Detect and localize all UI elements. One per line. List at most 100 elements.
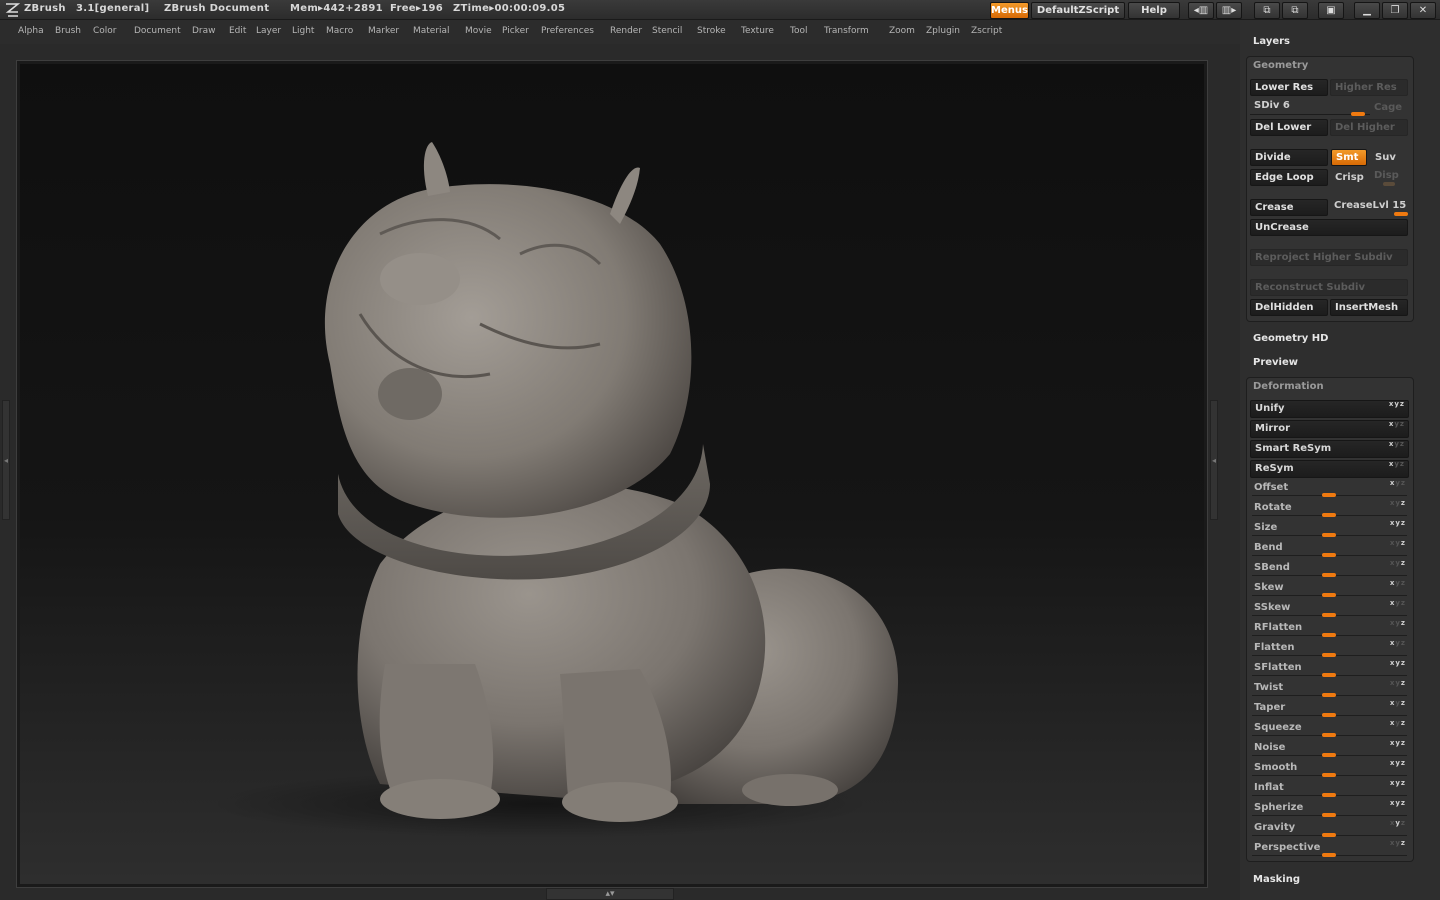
- axis-z-toggle[interactable]: z: [1401, 679, 1406, 687]
- deformation-row-mirror[interactable]: Mirror xyz: [1250, 420, 1409, 438]
- menu-zscript[interactable]: Zscript: [971, 26, 1002, 36]
- axis-z-toggle[interactable]: z: [1401, 839, 1406, 847]
- axis-z-toggle[interactable]: z: [1401, 539, 1406, 547]
- axis-z-toggle[interactable]: z: [1400, 400, 1405, 408]
- axis-z-toggle[interactable]: z: [1401, 819, 1406, 827]
- default-zscript-button[interactable]: DefaultZScript: [1031, 2, 1125, 19]
- menu-picker[interactable]: Picker: [502, 26, 529, 36]
- deformation-slider-knob[interactable]: [1322, 853, 1336, 857]
- sdiv-slider-label[interactable]: SDiv 6: [1254, 100, 1290, 111]
- deformation-row-bend[interactable]: Bend xyz: [1250, 539, 1409, 558]
- menu-texture[interactable]: Texture: [741, 26, 774, 36]
- reproject-higher-subdiv-button[interactable]: Reproject Higher Subdiv: [1250, 249, 1408, 266]
- menu-tool[interactable]: Tool: [790, 26, 807, 36]
- deformation-row-resym[interactable]: ReSym xyz: [1250, 460, 1409, 478]
- help-button[interactable]: Help: [1128, 2, 1180, 19]
- deformation-header[interactable]: Deformation: [1253, 381, 1324, 392]
- axis-toggles[interactable]: xyz: [1390, 679, 1406, 687]
- axis-toggles[interactable]: xyz: [1390, 479, 1406, 487]
- menu-document[interactable]: Document: [134, 26, 181, 36]
- scroll-alt-icon[interactable]: ⧉: [1282, 2, 1308, 19]
- scroll-icon[interactable]: ⧉: [1254, 2, 1280, 19]
- lower-res-button[interactable]: Lower Res: [1250, 79, 1328, 96]
- sdiv-slider-knob[interactable]: [1351, 112, 1365, 116]
- deformation-slider-knob[interactable]: [1322, 573, 1336, 577]
- axis-toggles[interactable]: xyz: [1390, 839, 1406, 847]
- deformation-row-perspective[interactable]: Perspective xyz: [1250, 839, 1409, 858]
- deformation-slider-knob[interactable]: [1322, 593, 1336, 597]
- menu-marker[interactable]: Marker: [368, 26, 399, 36]
- axis-toggles[interactable]: xyz: [1390, 539, 1406, 547]
- disp-slider-label[interactable]: Disp: [1374, 170, 1399, 181]
- menus-button[interactable]: Menus: [990, 2, 1029, 19]
- deformation-slider-knob[interactable]: [1322, 553, 1336, 557]
- layers-header[interactable]: Layers: [1253, 36, 1290, 47]
- axis-toggles[interactable]: xyz: [1390, 699, 1406, 707]
- axis-z-toggle[interactable]: z: [1401, 719, 1406, 727]
- menu-draw[interactable]: Draw: [192, 26, 216, 36]
- axis-toggles[interactable]: xyz: [1390, 519, 1406, 527]
- deformation-slider-knob[interactable]: [1322, 753, 1336, 757]
- deformation-slider-knob[interactable]: [1322, 613, 1336, 617]
- axis-z-toggle[interactable]: z: [1400, 440, 1405, 448]
- deformation-slider-knob[interactable]: [1322, 833, 1336, 837]
- deformation-row-noise[interactable]: Noise xyz: [1250, 739, 1409, 758]
- axis-z-toggle[interactable]: z: [1401, 619, 1406, 627]
- menu-stroke[interactable]: Stroke: [697, 26, 726, 36]
- deformation-row-inflat[interactable]: Inflat xyz: [1250, 779, 1409, 798]
- deformation-row-skew[interactable]: Skew xyz: [1250, 579, 1409, 598]
- close-icon[interactable]: ✕: [1410, 2, 1436, 19]
- deformation-row-flatten[interactable]: Flatten xyz: [1250, 639, 1409, 658]
- higher-res-button[interactable]: Higher Res: [1330, 79, 1408, 96]
- menu-transform[interactable]: Transform: [824, 26, 869, 36]
- zbrush-logo-icon[interactable]: [4, 2, 21, 18]
- axis-toggles[interactable]: xyz: [1389, 420, 1405, 428]
- del-lower-button[interactable]: Del Lower: [1250, 119, 1328, 136]
- deformation-row-rotate[interactable]: Rotate xyz: [1250, 499, 1409, 518]
- restore-icon[interactable]: ❐: [1382, 2, 1408, 19]
- crease-level-slider[interactable]: CreaseLvl 15: [1334, 200, 1406, 211]
- insertmesh-button[interactable]: InsertMesh: [1330, 299, 1408, 316]
- menu-zplugin[interactable]: Zplugin: [926, 26, 960, 36]
- axis-z-toggle[interactable]: z: [1401, 519, 1406, 527]
- axis-z-toggle[interactable]: z: [1401, 799, 1406, 807]
- deformation-row-rflatten[interactable]: RFlatten xyz: [1250, 619, 1409, 638]
- axis-toggles[interactable]: xyz: [1389, 460, 1405, 468]
- deformation-slider-knob[interactable]: [1322, 513, 1336, 517]
- menu-zoom[interactable]: Zoom: [889, 26, 915, 36]
- axis-toggles[interactable]: xyz: [1390, 619, 1406, 627]
- crease-level-knob[interactable]: [1394, 212, 1408, 216]
- geometry-header[interactable]: Geometry: [1253, 60, 1308, 71]
- axis-z-toggle[interactable]: z: [1401, 779, 1406, 787]
- deformation-slider-knob[interactable]: [1322, 493, 1336, 497]
- axis-z-toggle[interactable]: z: [1401, 659, 1406, 667]
- axis-z-toggle[interactable]: z: [1401, 739, 1406, 747]
- axis-toggles[interactable]: xyz: [1390, 719, 1406, 727]
- minimize-icon[interactable]: ▁: [1354, 2, 1380, 19]
- bottom-tray-handle[interactable]: ▴▾: [546, 888, 674, 900]
- deformation-row-taper[interactable]: Taper xyz: [1250, 699, 1409, 718]
- menu-material[interactable]: Material: [413, 26, 450, 36]
- axis-toggles[interactable]: xyz: [1390, 659, 1406, 667]
- axis-toggles[interactable]: xyz: [1390, 559, 1406, 567]
- axis-z-toggle[interactable]: z: [1401, 479, 1406, 487]
- axis-z-toggle[interactable]: z: [1401, 759, 1406, 767]
- deformation-slider-knob[interactable]: [1322, 633, 1336, 637]
- menu-movie[interactable]: Movie: [465, 26, 492, 36]
- reconstruct-subdiv-button[interactable]: Reconstruct Subdiv: [1250, 279, 1408, 296]
- axis-toggles[interactable]: xyz: [1390, 779, 1406, 787]
- axis-toggles[interactable]: xyz: [1390, 499, 1406, 507]
- axis-toggles[interactable]: xyz: [1389, 440, 1405, 448]
- divide-button[interactable]: Divide: [1250, 149, 1328, 166]
- axis-toggles[interactable]: xyz: [1389, 400, 1405, 408]
- del-higher-button[interactable]: Del Higher: [1330, 119, 1408, 136]
- uncrease-button[interactable]: UnCrease: [1250, 219, 1408, 236]
- menu-brush[interactable]: Brush: [55, 26, 81, 36]
- edge-loop-button[interactable]: Edge Loop: [1250, 169, 1328, 186]
- deformation-slider-knob[interactable]: [1322, 533, 1336, 537]
- deformation-row-offset[interactable]: Offset xyz: [1250, 479, 1409, 498]
- delhidden-button[interactable]: DelHidden: [1250, 299, 1328, 316]
- deformation-slider-knob[interactable]: [1322, 673, 1336, 677]
- suv-toggle[interactable]: Suv: [1375, 152, 1396, 163]
- smt-toggle[interactable]: Smt: [1331, 149, 1367, 166]
